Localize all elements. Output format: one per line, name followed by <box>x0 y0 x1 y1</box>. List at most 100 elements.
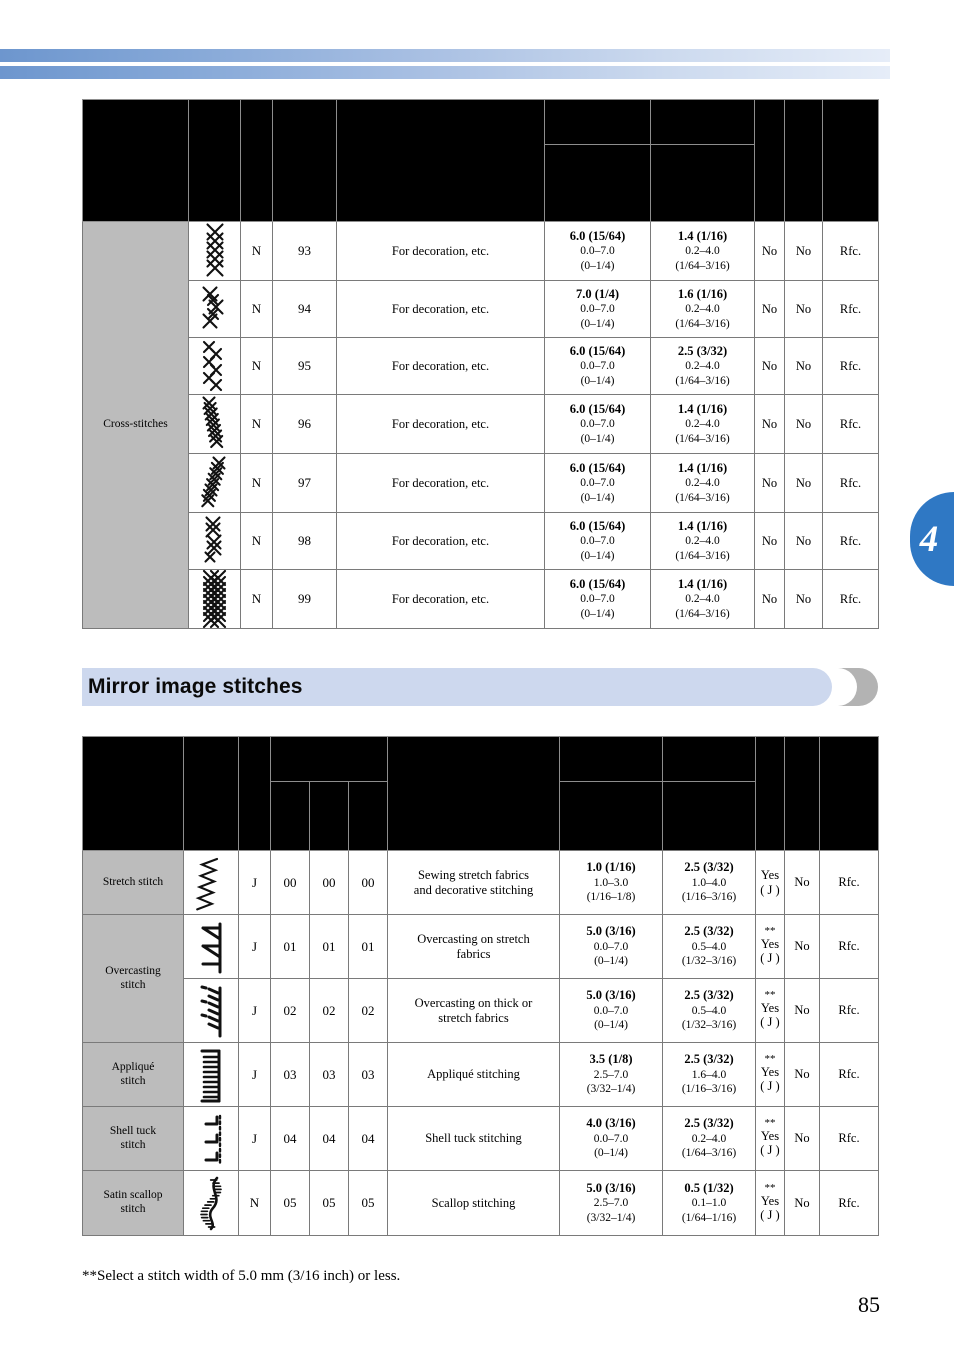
pattern-no-130-value: 01 <box>270 914 310 979</box>
application-line2: fabrics <box>456 946 491 961</box>
stitch-width-range-mm: 0.0–7.0 <box>580 245 615 258</box>
stitch-width-value: 6.0 (15/64) 0.0–7.0 (0–1/4) <box>544 569 651 629</box>
presser-foot-value: N <box>240 337 273 395</box>
stitch-width-range-in: (0–1/4) <box>580 317 615 330</box>
presser-foot-value: J <box>238 1042 271 1107</box>
application-value: For decoration, etc. <box>336 569 545 629</box>
col-stitch-length: Stitch Length [mm (inch.)] <box>662 736 756 782</box>
col-twin-needle: Twin Needle <box>755 736 785 851</box>
stitch-width-range-in: (0–1/4) <box>594 1019 628 1032</box>
stitch-length-auto: 2.5 (3/32) <box>684 988 734 1003</box>
walking-foot-value: No <box>784 569 823 629</box>
col-rev-line2: Reinforcement (Rfc.) <box>843 111 856 210</box>
stitch-width-range-in: (0–1/4) <box>580 607 615 620</box>
stitch-width-auto: 7.0 (1/4) <box>575 286 620 301</box>
stitch-width-range-in: (0–1/4) <box>580 549 615 562</box>
application-value: For decoration, etc. <box>336 394 545 454</box>
stitch-length-value: 1.6 (1/16) 0.2–4.0 (1/64–3/16) <box>650 280 755 338</box>
table-row: Overcasting stitch J 01 01 01 Overcasting on s… <box>82 914 879 1043</box>
stitch-width-auto: 5.0 (3/16) <box>586 988 636 1003</box>
application-line1: Sewing stretch fabrics <box>417 867 530 882</box>
stitch-width-range-in: (0–1/4) <box>580 259 615 272</box>
section-heading-bar: Mirror image stitches <box>82 668 878 706</box>
overcasting-stitch-01-icon <box>183 914 239 979</box>
stitch-width-range-mm: 0.0–7.0 <box>593 1132 629 1145</box>
application-line1: Appliqué stitching <box>427 1067 520 1081</box>
model-110-line2: model <box>368 801 380 831</box>
col-stitch-width: Stitch Width [mm (inch.)] <box>559 736 663 782</box>
width-manual-label: Manual <box>588 816 634 831</box>
stitch-group-name: Overcasting stitch <box>82 914 184 1043</box>
stitch-width-auto: 6.0 (15/64) <box>569 343 626 358</box>
application-value: Sewing stretch fabrics and decorative sti… <box>387 850 560 915</box>
model-120-line2: model <box>329 801 341 831</box>
reverse-reinforcement-value: Rfc. <box>822 221 879 281</box>
pattern-no-120-value: 04 <box>309 1106 349 1171</box>
stitch-group-name: Cross-stitches <box>82 221 189 629</box>
twin-needle-value: ** Yes( J ) <box>755 1106 785 1171</box>
model-130-line2: model <box>290 801 302 831</box>
application-line2: and decorative stitching <box>413 882 534 897</box>
stitch-length-auto: 1.4 (1/16) <box>677 228 728 243</box>
stitch-width-range-mm: 0.0–7.0 <box>580 593 615 606</box>
stitch-width-auto: 6.0 (15/64) <box>569 401 626 416</box>
table-row: Cross-stitches N 93 For decoration, etc. 6.0… <box>82 221 879 629</box>
chapter-tab: 4 <box>910 492 954 586</box>
table-row: N 99 For decoration, etc. 6.0 (15/64) 0.0–7.… <box>83 569 879 629</box>
col-walking-foot: Walking Foot <box>784 736 820 851</box>
stitch-width-range-in: (0–1/4) <box>594 1147 628 1160</box>
stitch-length-auto: 1.4 (1/16) <box>677 518 728 533</box>
stitch-width-value: 6.0 (15/64) 0.0–7.0 (0–1/4) <box>544 512 651 570</box>
application-value: For decoration, etc. <box>336 280 545 338</box>
table-row: N 95 For decoration, etc. 6.0 (15/64) 0.0–7.… <box>83 337 879 395</box>
col-length-auto-manual: Auto Manual <box>650 144 755 222</box>
stitch-length-range-in: (1/16–3/16) <box>681 1083 737 1096</box>
stitch-width-value: 3.5 (1/8) 2.5–7.0 (3/32–1/4) <box>559 1042 663 1107</box>
pattern-no-value: 99 <box>272 569 337 629</box>
footnote: **Select a stitch width of 5.0 mm (3/16 … <box>82 1268 401 1284</box>
presser-foot-value: J <box>238 850 271 915</box>
reverse-reinforcement-value: Rfc. <box>819 1170 879 1236</box>
walking-foot-value: No <box>784 512 823 570</box>
stitch-length-range-mm: 0.2–4.0 <box>685 477 720 490</box>
col-stitch-width-label: Stitch Width <box>568 108 627 121</box>
col-stitch-width-units: [mm (inch.)] <box>581 759 641 771</box>
page-number: 85 <box>858 1292 880 1317</box>
table-row: N 96 For decoration, etc. 6.0 (15/64) 0.0–7.… <box>83 394 879 454</box>
cross-stitch-97-icon <box>188 453 241 513</box>
stitch-width-value: 1.0 (1/16) 1.0–3.0 (1/16–1/8) <box>559 850 663 915</box>
stitch-width-range-mm: 0.0–7.0 <box>580 303 615 316</box>
presser-foot-value: J <box>238 978 271 1043</box>
table-row: N 98 For decoration, etc. 6.0 (15/64) 0.0–7.… <box>83 512 879 570</box>
stitch-group-name-line2: stitch <box>120 1138 146 1151</box>
twin-needle-value: ** Yes( J ) <box>755 978 785 1043</box>
table-row: N 97 For decoration, etc. 6.0 (15/64) 0.0–7.… <box>83 453 879 513</box>
stitch-length-value: 1.4 (1/16) 0.2–4.0 (1/64–3/16) <box>650 394 755 454</box>
stitch-length-range-mm: 0.2–4.0 <box>685 535 720 548</box>
walking-foot-value: No <box>784 394 823 454</box>
table-row: Stretch stitch J 00 00 00 Sewing stretch fabr… <box>82 850 879 915</box>
banner-stripe-upper <box>0 49 890 62</box>
model-130-line1: 130 stitches <box>276 788 289 844</box>
banner-stripe-lower <box>0 66 890 79</box>
pattern-no-value: 95 <box>272 337 337 395</box>
twin-needle-footnote-marker: ** <box>764 1181 776 1194</box>
reverse-reinforcement-value: Rfc. <box>822 337 879 395</box>
walking-foot-value: No <box>784 1170 820 1236</box>
application-value: For decoration, etc. <box>336 512 545 570</box>
pattern-no-value: 93 <box>272 221 337 281</box>
twin-needle-value: No <box>754 569 785 629</box>
stitch-length-value: 0.5 (1/32) 0.1–1.0 (1/64–1/16) <box>662 1170 756 1236</box>
reverse-reinforcement-value: Rfc. <box>822 453 879 513</box>
stitch-length-range-in: (1/64–3/16) <box>675 317 730 330</box>
stitch-length-range-mm: 0.2–4.0 <box>685 593 720 606</box>
twin-needle-footnote-marker: ** <box>764 1117 776 1130</box>
stitch-length-auto: 1.4 (1/16) <box>677 576 728 591</box>
stitch-length-range-mm: 1.0–4.0 <box>691 876 727 889</box>
application-value: Shell tuck stitching <box>387 1106 560 1171</box>
stitch-group-name-line1: Appliqué <box>111 1060 155 1073</box>
cross-stitch-96-icon <box>188 394 241 454</box>
pattern-no-value: 98 <box>272 512 337 570</box>
col-model-120: 120 stitches model <box>309 781 349 851</box>
application-value: For decoration, etc. <box>336 453 545 513</box>
